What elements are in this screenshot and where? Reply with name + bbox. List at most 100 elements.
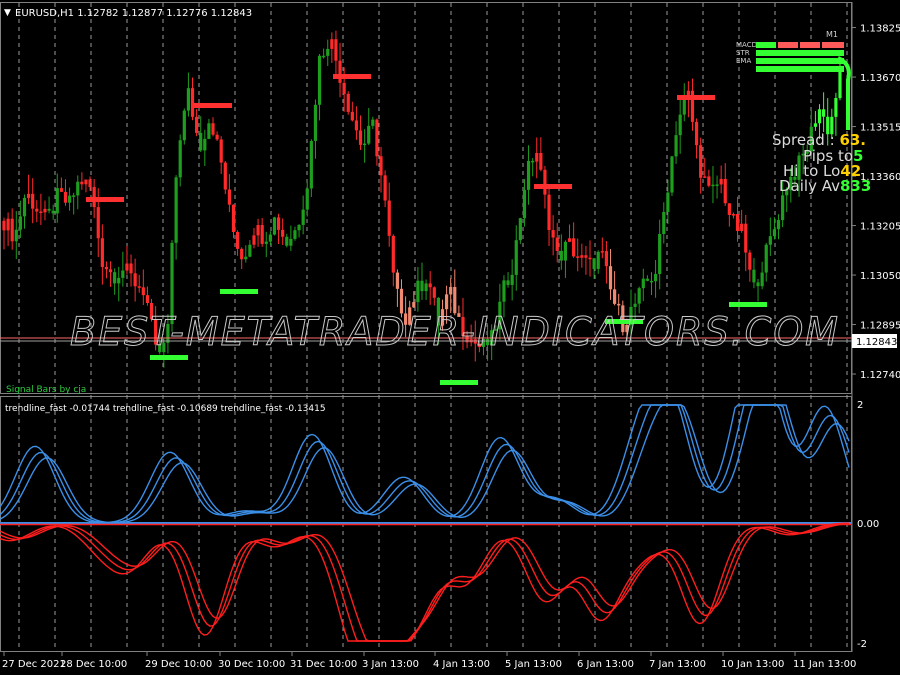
candle-body (39, 211, 43, 214)
candle-body (256, 225, 260, 236)
candle-body (391, 235, 395, 273)
candle-body (514, 240, 518, 275)
candle-body (379, 156, 383, 176)
candle-body (244, 256, 248, 260)
sell-signal-marker (534, 184, 572, 189)
candle-body (727, 203, 731, 215)
candle-body (596, 251, 600, 269)
daily-value: 833 (839, 177, 872, 195)
candle-body (6, 218, 10, 231)
time-axis-label: 31 Dec 10:00 (290, 659, 357, 670)
candle-body (653, 273, 658, 282)
candle-body (264, 241, 268, 244)
candle-body (326, 48, 330, 56)
candle-body (297, 224, 301, 231)
time-axis-label: 5 Jan 13:00 (505, 659, 562, 670)
candle-body (2, 220, 6, 231)
sub-window-header: trendline_fast -0.01744 trendline_fast -… (5, 404, 326, 414)
candle-body (502, 280, 506, 302)
candle-body (285, 236, 289, 246)
sell-signal-marker (86, 197, 124, 202)
candle-body (178, 140, 182, 178)
signal-row-label-macd: MACD (736, 41, 757, 49)
watermark: BEST-METATRADER-INDICATORS.COM (70, 310, 840, 355)
candle-body (764, 244, 768, 273)
candle-body (424, 283, 428, 292)
candle-body (781, 195, 785, 221)
candle-body (617, 303, 621, 306)
candle-body (330, 39, 334, 49)
candle-body (342, 82, 346, 94)
time-axis-label: 29 Dec 10:00 (145, 659, 212, 670)
candle-body (731, 214, 736, 216)
chart-canvas: BEST-METATRADER-INDICATORS.COM ▼ EURUSD,… (0, 2, 900, 670)
time-axis-label: 30 Dec 10:00 (218, 659, 285, 670)
signal-row-label-ema: EMA (736, 57, 751, 65)
candle-body (215, 134, 219, 140)
candle-body (100, 238, 104, 267)
candle-body (613, 289, 617, 304)
candle-body (539, 152, 543, 170)
candle-body (129, 263, 133, 274)
candle-body (219, 139, 223, 163)
candle-body (145, 295, 150, 304)
macd-signal-bar (756, 42, 776, 48)
candle-body (715, 184, 719, 186)
candle-body (211, 123, 215, 135)
candle-body (432, 287, 436, 298)
candle-body (674, 135, 678, 157)
candle-body (592, 258, 596, 269)
collapse-arrow-icon[interactable]: ▼ (4, 8, 11, 18)
candle-body (113, 272, 117, 284)
buy-signal-marker (150, 355, 188, 360)
candle-body (43, 208, 47, 213)
candle-body (371, 119, 375, 126)
candle-body (547, 194, 551, 231)
candle-body (117, 277, 121, 284)
candle-body (59, 188, 63, 192)
candle-body (363, 143, 367, 146)
candle-body (252, 235, 256, 245)
candle-body (276, 217, 281, 230)
indicator-name-label: Signal Bars by cja (6, 385, 86, 395)
candle-body (543, 169, 547, 195)
candle-body (80, 181, 84, 185)
candle-body (822, 109, 826, 117)
candle-body (412, 302, 416, 308)
candle-body (580, 255, 584, 258)
candle-body (207, 123, 211, 139)
candle-body (346, 93, 350, 112)
candle-body (776, 220, 781, 230)
candle-body (420, 280, 424, 292)
sub-axis-zero: 0.00 (857, 519, 879, 530)
macd-signal-bar (800, 42, 820, 48)
price-axis-label: 1.13205 (860, 222, 900, 233)
candle-body (641, 278, 645, 289)
candle-body (694, 121, 699, 146)
candle-body (354, 120, 359, 131)
candle-body (47, 208, 51, 211)
candle-body (428, 283, 432, 288)
candle-body (760, 272, 764, 287)
candle-body (723, 178, 727, 204)
daily-label: Daily Av (779, 177, 840, 195)
candle-body (104, 266, 109, 270)
price-axis-label: 1.12740 (860, 370, 900, 381)
candle-body (121, 270, 125, 278)
candle-body (535, 152, 539, 162)
signal-row-label-str: STR (736, 49, 750, 57)
candle-body (26, 193, 31, 198)
candle-body (555, 237, 559, 251)
candle-body (735, 214, 740, 231)
candle-body (14, 229, 18, 242)
time-axis-label: 28 Dec 10:00 (60, 659, 127, 670)
candle-body (711, 184, 715, 187)
candle-body (338, 60, 342, 83)
candle-body (223, 162, 227, 190)
candle-body (559, 250, 563, 261)
timeframe-tag: M1 (826, 30, 838, 39)
candle-body (309, 140, 313, 189)
candle-body (72, 195, 76, 197)
candle-body (703, 176, 707, 178)
candle-body (67, 195, 72, 203)
